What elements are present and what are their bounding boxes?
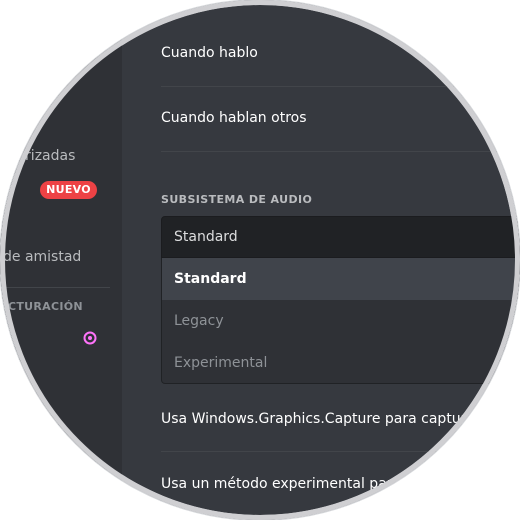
sidebar-divider: [0, 287, 110, 288]
settings-main: Cuando hablo Cuando hablan otros SUBSIST…: [122, 0, 520, 520]
option-legacy[interactable]: Legacy: [162, 300, 520, 342]
setting-windows-graphics-capture[interactable]: Usa Windows.Graphics.Capture para captur: [161, 411, 466, 427]
sidebar-item-friend-requests[interactable]: de amistad: [3, 249, 81, 265]
audio-subsystem-header: SUBSISTEMA DE AUDIO: [161, 193, 313, 206]
audio-subsystem-dropdown: Standard Legacy Experimental: [161, 258, 520, 384]
nitro-icon: [83, 331, 97, 345]
option-experimental[interactable]: Experimental: [162, 342, 520, 384]
settings-sidebar: dad torizadas NUEVO de amistad CTURACIÓN…: [0, 0, 122, 520]
setting-when-others-speak[interactable]: Cuando hablan otros: [161, 110, 307, 126]
divider: [161, 151, 520, 152]
divider: [161, 451, 520, 452]
option-standard[interactable]: Standard: [162, 258, 520, 300]
divider: [161, 86, 520, 87]
new-badge: NUEVO: [40, 181, 97, 199]
zoom-lens: dad torizadas NUEVO de amistad CTURACIÓN…: [0, 0, 520, 520]
sidebar-item-server-booster[interactable]: dor: [3, 362, 26, 378]
sidebar-item-privacy[interactable]: dad: [3, 113, 29, 129]
audio-subsystem-select[interactable]: Standard: [161, 216, 520, 258]
sidebar-item-authorized-apps[interactable]: torizadas: [11, 148, 75, 164]
setting-when-i-speak[interactable]: Cuando hablo: [161, 45, 258, 61]
setting-experimental-method[interactable]: Usa un método experimental par: [161, 476, 393, 492]
select-value: Standard: [174, 229, 238, 245]
sidebar-section-billing: CTURACIÓN: [8, 300, 83, 313]
